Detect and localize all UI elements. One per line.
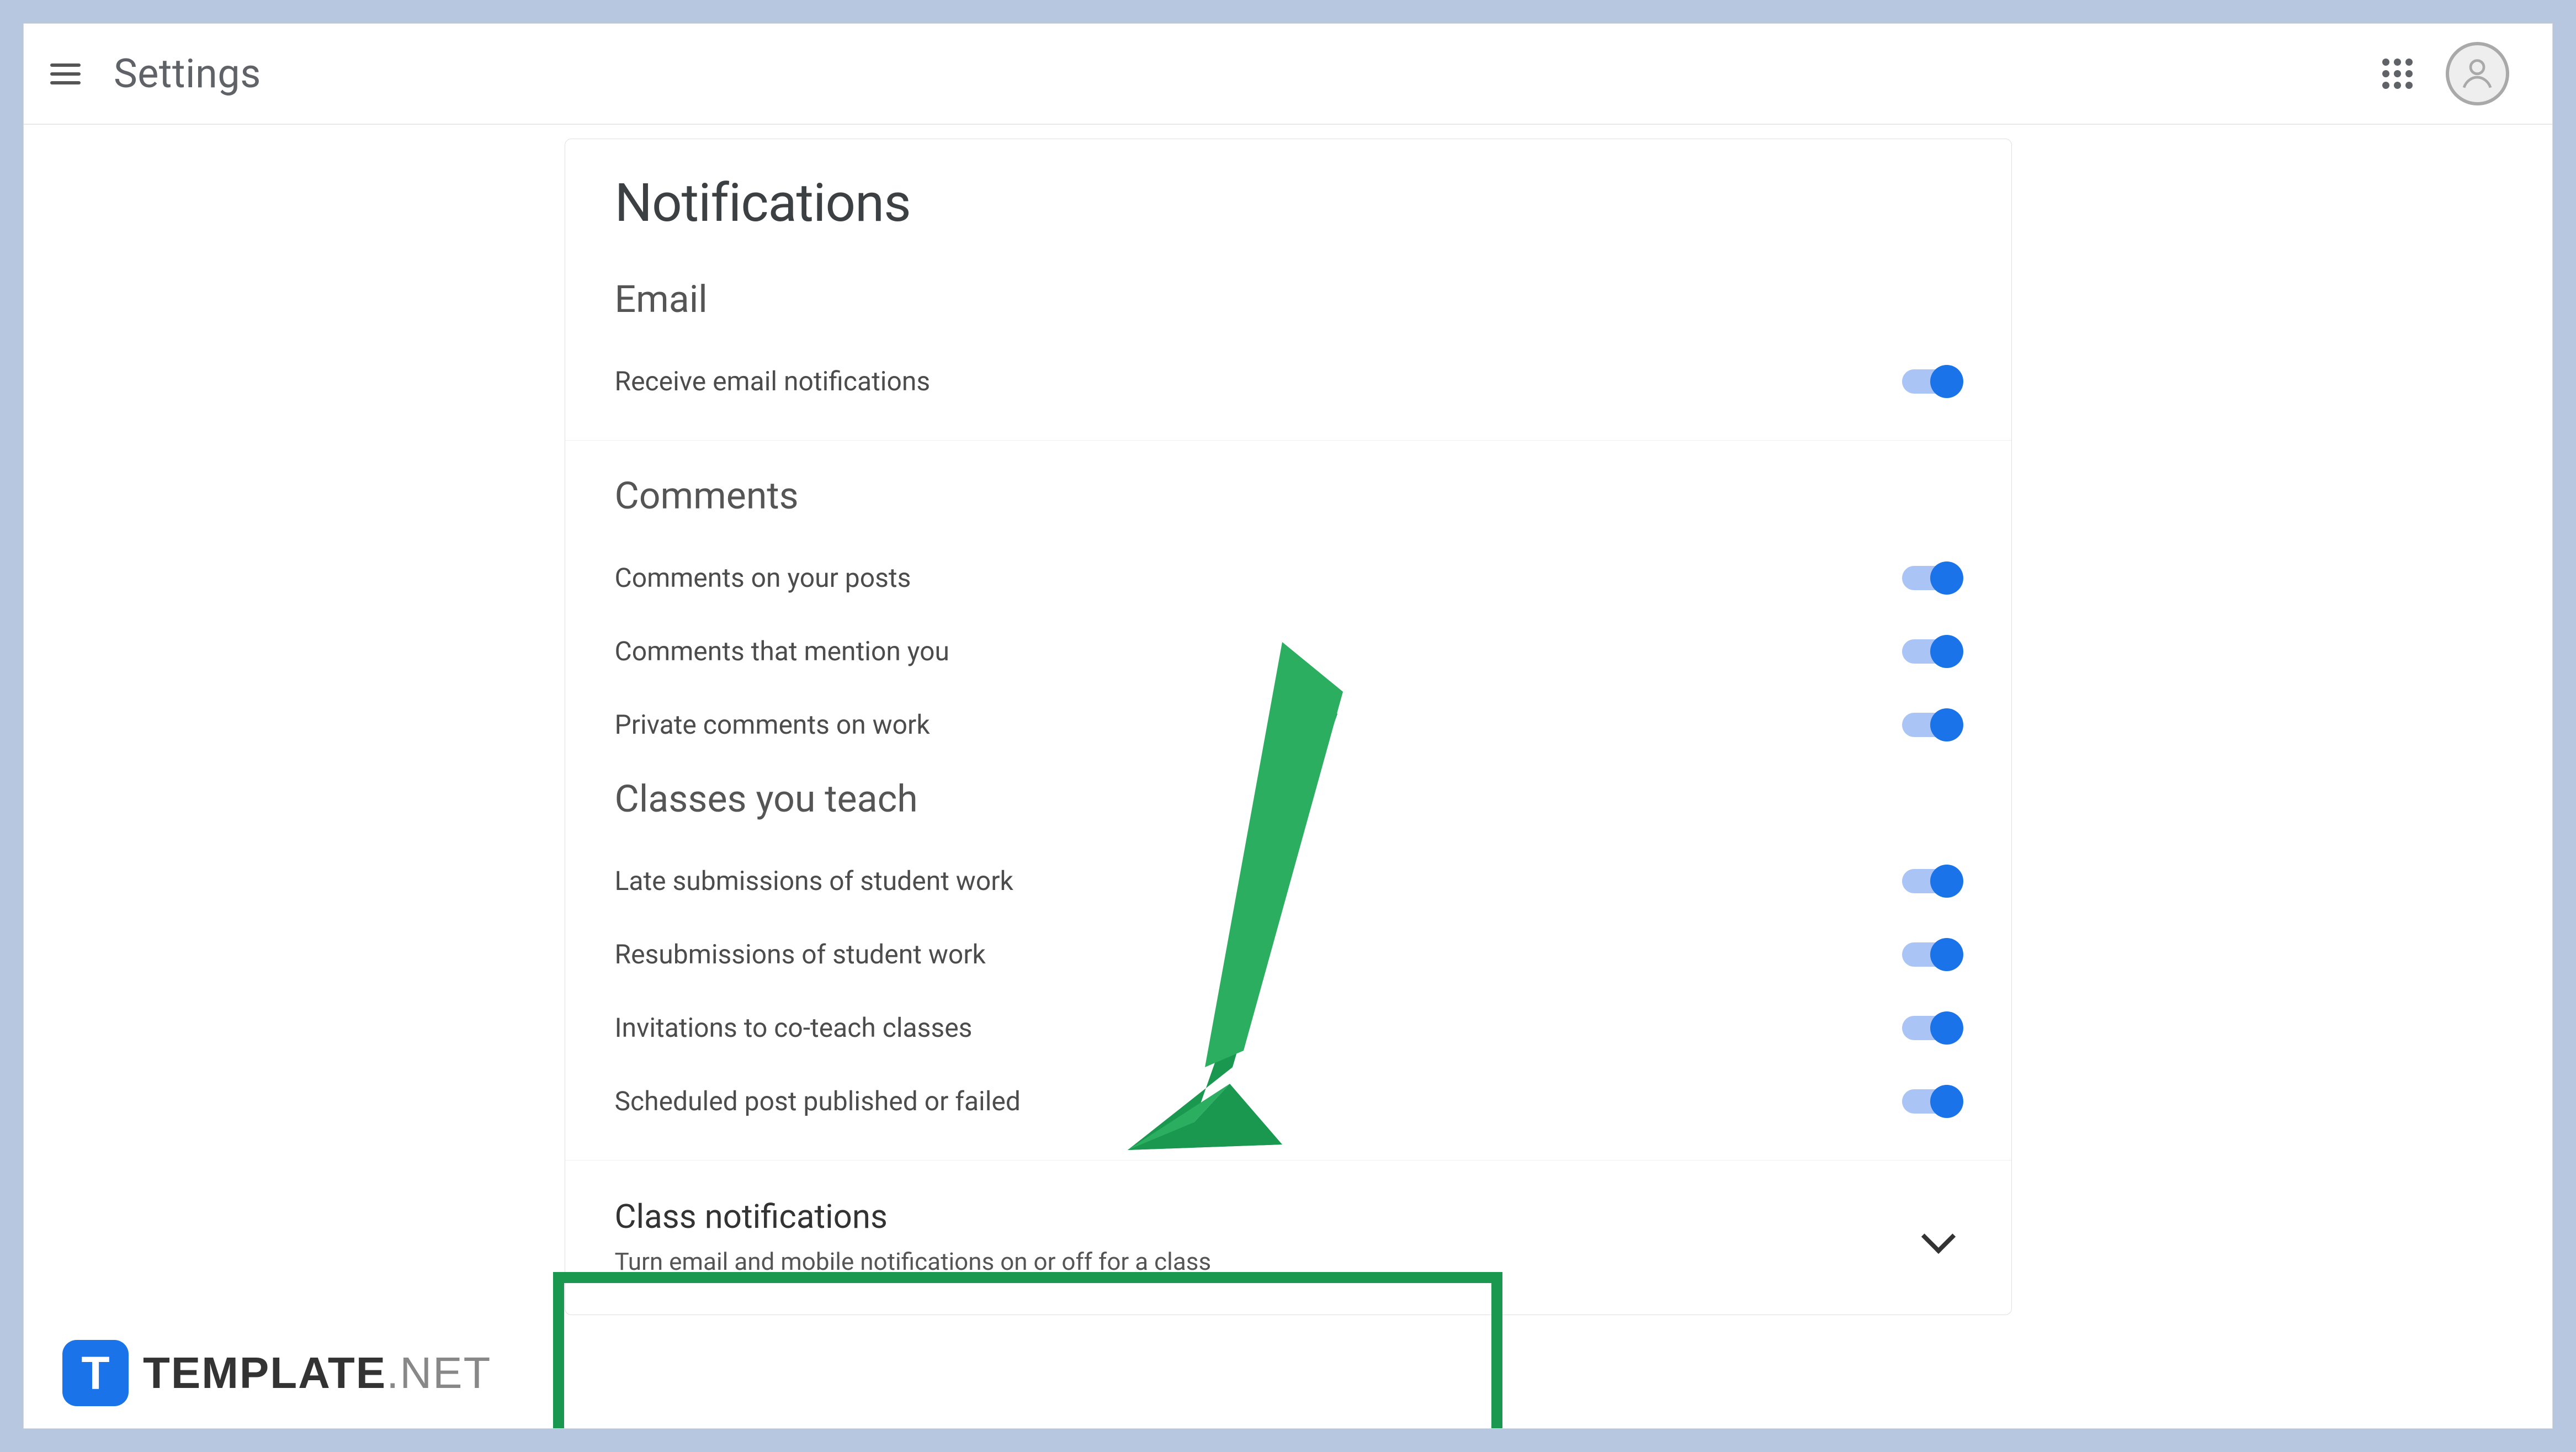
class-notifications-subtitle: Turn email and mobile notifications on o… [615,1247,1212,1276]
menu-icon[interactable] [50,63,81,84]
notifications-card: Notifications Email Receive email notifi… [565,139,2012,1315]
watermark: T TEMPLATE.NET [62,1340,491,1406]
toggle-teach-resub[interactable] [1902,942,1962,967]
toggle-receive-email[interactable] [1902,369,1962,394]
label-comments-mention: Comments that mention you [615,635,949,667]
row-teach-invite: Invitations to co-teach classes [615,991,1962,1064]
watermark-tile: T [62,1340,129,1406]
label-teach-sched: Scheduled post published or failed [615,1085,1021,1117]
header-right [2382,42,2526,105]
notifications-top-section: Notifications Email Receive email notifi… [565,139,2011,440]
label-comments-posts: Comments on your posts [615,562,911,593]
row-receive-email: Receive email notifications [615,345,1962,418]
class-notifications-text: Class notifications Turn email and mobil… [615,1197,1212,1276]
apps-icon[interactable] [2382,59,2413,89]
toggle-teach-invite[interactable] [1902,1016,1962,1040]
app-window: Settings Notifications Email [23,23,2553,1429]
class-notifications-title: Class notifications [615,1197,1212,1236]
row-teach-resub: Resubmissions of student work [615,918,1962,991]
label-comments-private: Private comments on work [615,709,930,740]
label-teach-invite: Invitations to co-teach classes [615,1012,973,1043]
page-title: Settings [114,50,261,97]
notifications-heading: Notifications [615,172,1962,234]
email-section-label: Email [615,277,1962,321]
toggle-comments-private[interactable] [1902,713,1962,737]
chevron-down-icon [1921,1219,1955,1253]
comments-section-label: Comments [615,474,1962,518]
main-content: Notifications Email Receive email notifi… [24,125,2552,1315]
teach-section-label: Classes you teach [615,777,1962,821]
label-teach-late: Late submissions of student work [615,865,1013,897]
watermark-text-bold: TEMPLATE [143,1348,386,1397]
watermark-text-lite: .NET [386,1348,491,1397]
toggle-teach-sched[interactable] [1902,1089,1962,1114]
toggle-comments-posts[interactable] [1902,566,1962,590]
row-comments-private: Private comments on work [615,688,1962,761]
toggle-teach-late[interactable] [1902,869,1962,893]
row-comments-posts: Comments on your posts [615,541,1962,614]
header-left: Settings [50,50,261,97]
teach-section: Classes you teach Late submissions of st… [615,777,1962,1138]
email-section: Email Receive email notifications [615,277,1962,418]
watermark-text: TEMPLATE.NET [143,1348,491,1398]
account-avatar-icon[interactable] [2446,42,2509,105]
row-teach-sched: Scheduled post published or failed [615,1064,1962,1138]
comments-teach-section: Comments Comments on your posts Comments… [565,441,2011,1160]
row-teach-late: Late submissions of student work [615,844,1962,918]
label-teach-resub: Resubmissions of student work [615,939,986,970]
row-comments-mention: Comments that mention you [615,614,1962,688]
app-header: Settings [24,24,2552,125]
class-notifications-row[interactable]: Class notifications Turn email and mobil… [565,1160,2011,1315]
toggle-comments-mention[interactable] [1902,639,1962,664]
label-receive-email: Receive email notifications [615,365,931,397]
comments-section: Comments Comments on your posts Comments… [615,474,1962,761]
